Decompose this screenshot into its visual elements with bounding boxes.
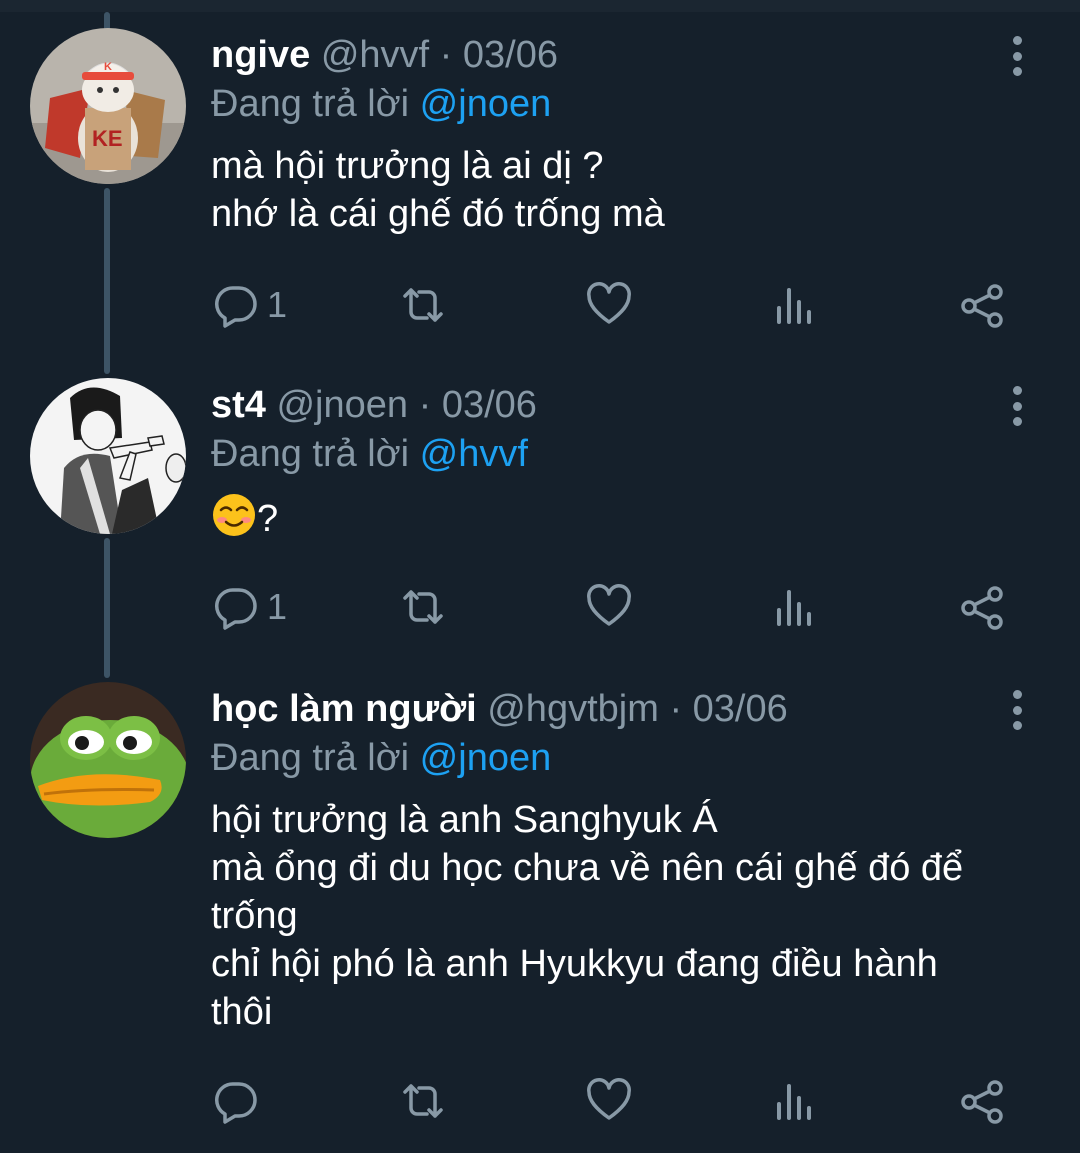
separator-dot: · [439,34,453,76]
tweet-text-line: hội trưởng là anh Sanghyuk Á [211,799,718,841]
tweet-text-line: chỉ hội phó là anh Hyukkyu đang điều hàn… [211,943,938,985]
svg-text:K: K [104,61,112,73]
more-icon[interactable] [1006,386,1028,426]
share-icon [961,586,1003,630]
share-button[interactable] [959,582,1007,632]
tweet-text-suffix: ? [257,498,279,541]
avatar[interactable] [30,378,186,534]
tweet-content: st4 @jnoen · 03/06 Đang trả lời @hvvf ? [211,382,1041,550]
tweet[interactable]: KE K ngive @hvvf · 03/06 Đang trả lời @j… [0,0,1080,360]
tweet-header: học làm người @hgvtbjm · 03/06 [211,686,1041,732]
like-icon [587,282,631,324]
tweet-text-line: trống [211,895,298,937]
tweet-content: học làm người @hgvtbjm · 03/06 Đang trả … [211,686,1041,1036]
avatar[interactable] [30,682,186,838]
reply-icon [215,588,257,630]
thread-view: KE K ngive @hvvf · 03/06 Đang trả lời @j… [0,0,1080,1153]
analytics-icon [777,590,811,626]
analytics-icon [777,1084,811,1120]
user-handle[interactable]: @hvvf [321,34,429,76]
like-icon [587,1078,631,1120]
tweet-text-line: thôi [211,991,273,1033]
reply-button[interactable]: 1 [213,280,287,330]
more-icon[interactable] [1006,36,1028,76]
share-button[interactable] [959,1076,1007,1126]
reply-button[interactable] [213,1076,267,1126]
reply-icon [215,286,257,328]
share-icon [961,284,1003,328]
user-handle[interactable]: @jnoen [276,384,408,426]
tweet-text-line: mà ổng đi du học chưa về nên cái ghế đó … [211,847,964,889]
like-button[interactable] [585,1076,633,1126]
tweet-text: hội trưởng là anh Sanghyuk Á mà ổng đi d… [211,796,1041,1036]
analytics-icon [777,288,811,324]
retweet-icon [403,288,443,322]
mention-link[interactable]: @hvvf [420,433,528,475]
tweet-text-line: mà hội trưởng là ai dị ? [211,145,604,187]
reply-count: 1 [267,284,288,325]
tweet-content: ngive @hvvf · 03/06 Đang trả lời @jnoen … [211,32,1041,238]
tweet-header: ngive @hvvf · 03/06 [211,32,1041,78]
tweet-actions [211,1076,1021,1126]
replying-to: Đang trả lời @jnoen [211,732,1041,784]
user-handle[interactable]: @hgvtbjm [487,688,659,730]
mention-link[interactable]: @jnoen [420,83,552,125]
like-button[interactable] [585,280,633,330]
tweet-actions: 1 [211,582,1021,632]
display-name[interactable]: ngive [211,34,310,76]
replying-prefix: Đang trả lời [211,737,410,779]
like-icon [587,584,631,626]
replying-prefix: Đang trả lời [211,83,410,125]
tweet-date[interactable]: 03/06 [693,688,788,730]
display-name[interactable]: học làm người [211,688,477,730]
analytics-button[interactable] [773,280,817,330]
separator-dot: · [418,384,432,426]
reply-count: 1 [267,586,288,627]
svg-text:KE: KE [92,126,123,151]
smiling-face-emoji [211,492,257,550]
tweet-date[interactable]: 03/06 [463,34,558,76]
tweet-header: st4 @jnoen · 03/06 [211,382,1041,428]
tweet-text: ? [211,492,1041,550]
tweet-actions: 1 [211,280,1021,330]
tweet-text: mà hội trưởng là ai dị ? nhớ là cái ghế … [211,142,1041,238]
analytics-button[interactable] [773,1076,817,1126]
replying-prefix: Đang trả lời [211,433,410,475]
retweet-button[interactable] [397,280,449,330]
mention-link[interactable]: @jnoen [420,737,552,779]
display-name[interactable]: st4 [211,384,266,426]
avatar[interactable]: KE K [30,28,186,184]
analytics-button[interactable] [773,582,817,632]
tweet[interactable]: học làm người @hgvtbjm · 03/06 Đang trả … [0,670,1080,1153]
share-icon [961,1080,1003,1124]
reply-button[interactable]: 1 [213,582,287,632]
replying-to: Đang trả lời @jnoen [211,78,1041,130]
like-button[interactable] [585,582,633,632]
reply-icon [215,1082,257,1124]
retweet-icon [403,1084,443,1118]
retweet-button[interactable] [397,1076,449,1126]
replying-to: Đang trả lời @hvvf [211,428,1041,480]
retweet-button[interactable] [397,582,449,632]
tweet[interactable]: st4 @jnoen · 03/06 Đang trả lời @hvvf ? … [0,360,1080,670]
retweet-icon [403,590,443,624]
tweet-date[interactable]: 03/06 [442,384,537,426]
tweet-text-line: nhớ là cái ghế đó trống mà [211,193,665,235]
more-icon[interactable] [1006,690,1028,730]
share-button[interactable] [959,280,1007,330]
separator-dot: · [669,688,683,730]
